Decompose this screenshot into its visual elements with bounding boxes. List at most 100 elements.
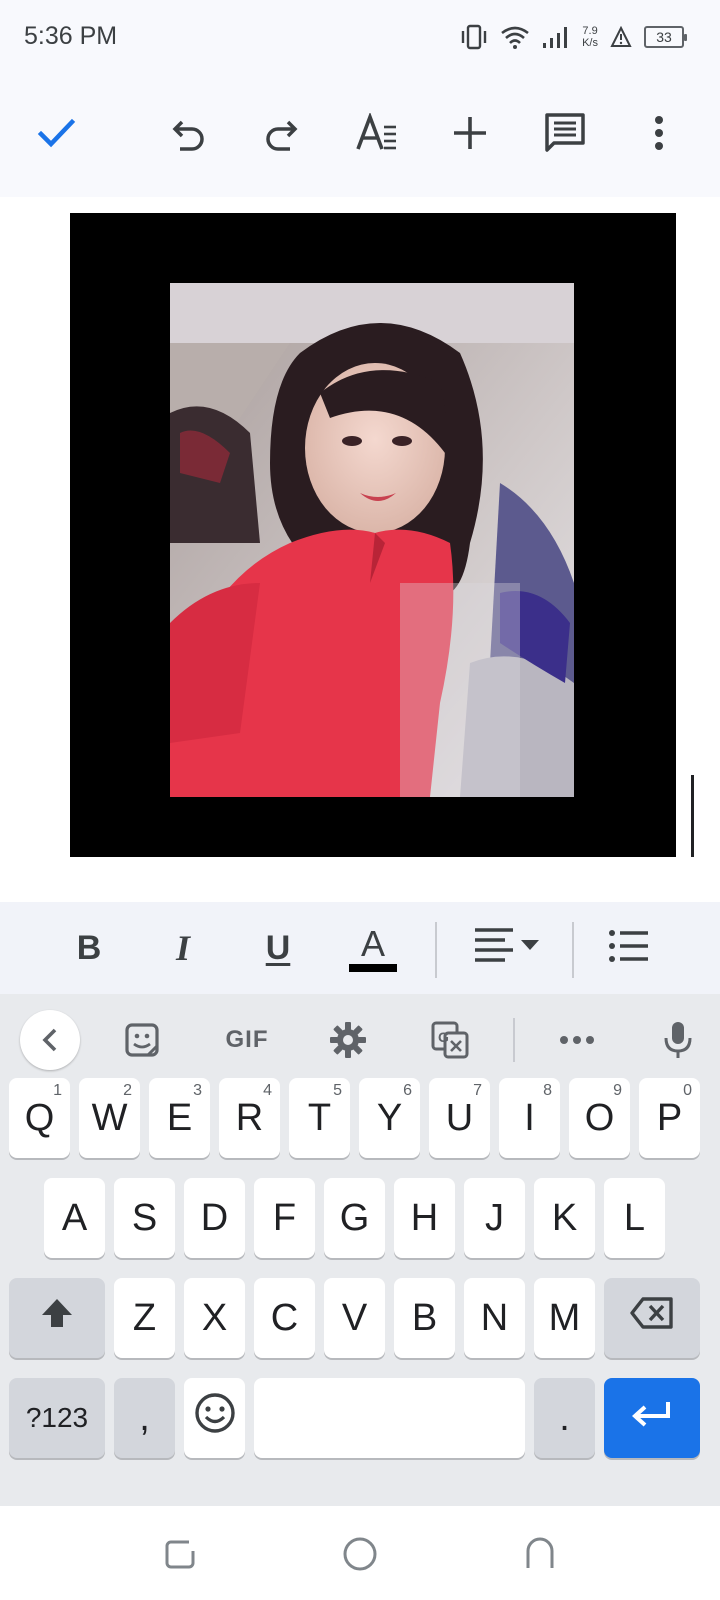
text-color-button[interactable]: A	[343, 918, 403, 978]
network-speed: 7.9 K/s	[582, 25, 598, 49]
italic-button[interactable]: I	[153, 918, 213, 978]
net-speed-unit: K/s	[582, 37, 598, 49]
key-o[interactable]: O9	[569, 1078, 630, 1158]
document-canvas[interactable]	[0, 197, 720, 902]
gear-icon[interactable]	[318, 1010, 378, 1070]
key-label: T	[307, 1096, 332, 1139]
key-label: D	[200, 1196, 229, 1239]
key-b[interactable]: B	[394, 1278, 455, 1358]
key-g[interactable]: G	[324, 1178, 385, 1258]
key-hint: 1	[53, 1082, 62, 1099]
symbols-key[interactable]: ?123	[9, 1378, 105, 1458]
key-label: M	[548, 1296, 581, 1339]
key-u[interactable]: U7	[429, 1078, 490, 1158]
key-x[interactable]: X	[184, 1278, 245, 1358]
key-r[interactable]: R4	[219, 1078, 280, 1158]
key-a[interactable]: A	[44, 1178, 105, 1258]
key-n[interactable]: N	[464, 1278, 525, 1358]
key-c[interactable]: C	[254, 1278, 315, 1358]
bulleted-list-button[interactable]	[599, 918, 659, 978]
redo-icon[interactable]	[251, 103, 311, 163]
key-l[interactable]: L	[604, 1178, 665, 1258]
key-label: X	[201, 1296, 228, 1339]
back-icon[interactable]	[516, 1530, 564, 1578]
status-icons: 7.9 K/s 33	[460, 20, 687, 54]
space-key[interactable]	[254, 1378, 525, 1458]
shift-icon	[40, 1296, 74, 1340]
key-m[interactable]: M	[534, 1278, 595, 1358]
key-label: S	[131, 1196, 158, 1239]
shift-key[interactable]	[9, 1278, 105, 1358]
key-label: V	[341, 1296, 368, 1339]
key-e[interactable]: E3	[149, 1078, 210, 1158]
align-dropdown[interactable]	[470, 918, 546, 978]
enter-key[interactable]	[604, 1378, 700, 1458]
key-label: W	[91, 1096, 128, 1139]
backspace-key[interactable]	[604, 1278, 700, 1358]
gif-button[interactable]: GIF	[212, 1010, 282, 1070]
key-d[interactable]: D	[184, 1178, 245, 1258]
key-label: U	[445, 1096, 474, 1139]
more-horiz-icon[interactable]	[547, 1010, 607, 1070]
editor-toolbar	[0, 75, 720, 197]
home-icon[interactable]	[336, 1530, 384, 1578]
key-hint: 5	[333, 1082, 342, 1099]
bulleted-list-icon	[608, 928, 650, 969]
period-key[interactable]: .	[534, 1378, 595, 1458]
svg-text:G: G	[438, 1029, 449, 1045]
key-q[interactable]: Q1	[9, 1078, 70, 1158]
gif-label: GIF	[225, 1026, 269, 1053]
key-y[interactable]: Y6	[359, 1078, 420, 1158]
keyboard-toolbar-divider	[513, 1018, 515, 1062]
key-h[interactable]: H	[394, 1178, 455, 1258]
key-w[interactable]: W2	[79, 1078, 140, 1158]
key-i[interactable]: I8	[499, 1078, 560, 1158]
wifi-icon	[500, 25, 530, 49]
key-hint: 4	[263, 1082, 272, 1099]
key-v[interactable]: V	[324, 1278, 385, 1358]
key-label: P	[656, 1096, 683, 1139]
key-t[interactable]: T5	[289, 1078, 350, 1158]
bold-label: B	[76, 928, 102, 967]
key-j[interactable]: J	[464, 1178, 525, 1258]
more-vert-icon[interactable]	[629, 103, 689, 163]
insert-plus-icon[interactable]	[440, 103, 500, 163]
check-icon[interactable]	[26, 103, 86, 163]
underline-label: U	[265, 928, 291, 967]
undo-icon[interactable]	[159, 103, 219, 163]
portrait-photo	[170, 283, 574, 797]
key-hint: 7	[473, 1082, 482, 1099]
mic-icon[interactable]	[648, 1010, 708, 1070]
align-left-icon	[473, 926, 543, 971]
key-s[interactable]: S	[114, 1178, 175, 1258]
comment-icon[interactable]	[535, 103, 595, 163]
battery-icon: 33	[644, 26, 687, 48]
back-chevron-icon[interactable]	[20, 1010, 80, 1070]
system-nav-bar	[0, 1506, 720, 1600]
translate-icon[interactable]: G	[420, 1010, 480, 1070]
key-label: K	[551, 1196, 578, 1239]
key-label: .	[559, 1396, 570, 1439]
key-p[interactable]: P0	[639, 1078, 700, 1158]
key-label: N	[480, 1296, 509, 1339]
italic-label: I	[175, 928, 190, 968]
key-k[interactable]: K	[534, 1178, 595, 1258]
key-f[interactable]: F	[254, 1178, 315, 1258]
key-label: A	[61, 1196, 88, 1239]
inserted-image[interactable]	[70, 213, 676, 857]
emoji-key[interactable]	[184, 1378, 245, 1458]
key-label: B	[411, 1296, 438, 1339]
text-format-icon[interactable]	[347, 103, 407, 163]
key-label: ,	[139, 1396, 150, 1439]
bold-button[interactable]: B	[59, 918, 119, 978]
key-z[interactable]: Z	[114, 1278, 175, 1358]
comma-key[interactable]: ,	[114, 1378, 175, 1458]
key-hint: 8	[543, 1082, 552, 1099]
key-label: Q	[24, 1096, 55, 1139]
key-label: E	[166, 1096, 193, 1139]
recents-icon[interactable]	[156, 1530, 204, 1578]
sticker-icon[interactable]	[112, 1010, 172, 1070]
underline-button[interactable]: U	[248, 918, 308, 978]
key-hint: 9	[613, 1082, 622, 1099]
format-divider	[572, 922, 574, 978]
